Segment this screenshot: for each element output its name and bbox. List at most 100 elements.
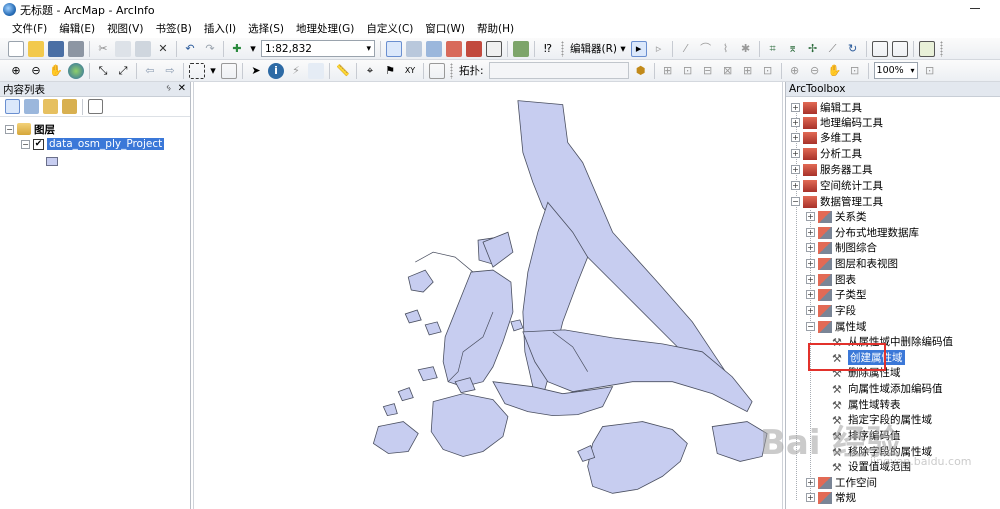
toolset-item[interactable]: + 图表: [806, 272, 856, 287]
polygon-symbol-swatch[interactable]: [46, 156, 58, 166]
topology-edit-icon[interactable]: ⬢: [633, 63, 649, 79]
menu-insert[interactable]: 插入(I): [198, 21, 242, 36]
minimize-button[interactable]: [970, 8, 980, 9]
fix-tool-icon[interactable]: ⊞: [740, 63, 756, 79]
split-icon[interactable]: ⟋: [825, 41, 841, 57]
edit-vertices-icon[interactable]: ⌗: [765, 41, 781, 57]
toolbar-grip[interactable]: [939, 40, 943, 57]
layout-pan-icon[interactable]: ✋: [827, 63, 843, 79]
expand-icon[interactable]: +: [791, 149, 800, 158]
tool-item[interactable]: ⚒ 向属性域添加编码值: [832, 381, 943, 396]
menu-bookmarks[interactable]: 书签(B): [149, 21, 197, 36]
select-elements-icon[interactable]: ➤: [248, 63, 264, 79]
hyperlink-icon[interactable]: ⚡: [288, 63, 304, 79]
html-popup-icon[interactable]: [308, 62, 324, 79]
tool-item[interactable]: ⚒ 排序编码值: [832, 428, 901, 443]
collapse-icon[interactable]: −: [791, 197, 800, 206]
collapse-icon[interactable]: −: [21, 139, 30, 149]
forward-extent-icon[interactable]: ⇨: [162, 63, 178, 79]
fixed-zoom-out-icon[interactable]: ⤢: [115, 63, 131, 79]
expand-icon[interactable]: +: [791, 103, 800, 112]
map-scale-combobox[interactable]: 1:82,832 ▾: [261, 40, 375, 57]
menu-selection[interactable]: 选择(S): [242, 21, 290, 36]
toolset-item[interactable]: + 字段: [806, 303, 856, 318]
identify-icon[interactable]: i: [268, 62, 284, 79]
layout-zoom-out-icon[interactable]: ⊖: [807, 63, 823, 79]
print-icon[interactable]: [68, 40, 84, 57]
pan-hand-icon[interactable]: ✋: [48, 63, 64, 79]
validate-icon[interactable]: ⊟: [700, 63, 716, 79]
topology-combobox[interactable]: [488, 62, 629, 79]
expand-icon[interactable]: +: [791, 118, 800, 127]
expand-icon[interactable]: +: [806, 493, 815, 502]
expand-icon[interactable]: +: [806, 306, 815, 315]
copy-icon[interactable]: [115, 40, 131, 57]
full-extent-icon[interactable]: [68, 62, 84, 79]
collapse-icon[interactable]: −: [5, 124, 14, 134]
save-icon[interactable]: [48, 40, 64, 57]
show-shared-features-icon[interactable]: ⊡: [680, 63, 696, 79]
toolbox-item[interactable]: + 服务器工具: [791, 162, 873, 177]
go-to-xy-icon[interactable]: XY: [402, 63, 418, 79]
model-builder-icon[interactable]: [513, 40, 529, 57]
menu-edit[interactable]: 编辑(E): [53, 21, 101, 36]
arctoolbox-icon[interactable]: [466, 40, 482, 57]
chevron-down-icon[interactable]: ▾: [249, 41, 257, 57]
endpoint-arc-icon[interactable]: ⌒: [698, 41, 714, 57]
measure-icon[interactable]: 📏: [335, 63, 351, 79]
close-icon[interactable]: ✕: [178, 83, 186, 94]
edit-tool-icon[interactable]: ▸: [630, 40, 647, 57]
toolset-item[interactable]: − 属性域: [806, 319, 867, 334]
rotate-icon[interactable]: ↻: [845, 41, 861, 57]
error-inspector-icon[interactable]: ⊠: [720, 63, 736, 79]
create-features-icon[interactable]: [918, 40, 935, 57]
toolbar-grip[interactable]: [450, 62, 453, 79]
cut-icon[interactable]: ✂: [95, 41, 111, 57]
editor-menu[interactable]: 编辑器(R) ▾: [570, 41, 626, 56]
paste-icon[interactable]: [135, 40, 151, 57]
expand-icon[interactable]: +: [791, 181, 800, 190]
expand-icon[interactable]: +: [806, 275, 815, 284]
toolset-item[interactable]: + 图层和表视图: [806, 256, 898, 271]
expand-icon[interactable]: +: [806, 259, 815, 268]
toolbox-item[interactable]: + 编辑工具: [791, 100, 862, 115]
open-folder-icon[interactable]: [28, 40, 44, 57]
python-window-icon[interactable]: [486, 40, 502, 57]
find-route-icon[interactable]: ⚑: [382, 63, 398, 79]
layer-symbol-row[interactable]: [46, 154, 58, 168]
toolset-item[interactable]: + 关系类: [806, 209, 867, 224]
list-by-drawing-order-icon[interactable]: [5, 99, 20, 114]
sketch-properties-icon[interactable]: [891, 40, 908, 57]
layers-group-row[interactable]: − 图层: [5, 122, 55, 136]
toggle-draft-icon[interactable]: ⊡: [922, 63, 938, 79]
expand-icon[interactable]: +: [806, 243, 815, 252]
list-by-visibility-icon[interactable]: [43, 99, 58, 114]
menu-file[interactable]: 文件(F): [6, 21, 53, 36]
toolset-item[interactable]: + 子类型: [806, 287, 867, 302]
select-features-icon[interactable]: [189, 62, 205, 79]
find-binoculars-icon[interactable]: ⌖: [362, 63, 378, 79]
layout-zoom-in-icon[interactable]: ⊕: [787, 63, 803, 79]
clear-selection-icon[interactable]: [221, 62, 237, 79]
expand-icon[interactable]: +: [791, 133, 800, 142]
toolbox-item[interactable]: + 多维工具: [791, 130, 862, 145]
topology-rule-icon[interactable]: ⊡: [760, 63, 776, 79]
toolset-item[interactable]: + 分布式地理数据库: [806, 225, 919, 240]
menu-customize[interactable]: 自定义(C): [360, 21, 419, 36]
trace-icon[interactable]: ⌇: [718, 41, 734, 57]
back-extent-icon[interactable]: ⇦: [142, 63, 158, 79]
toolset-item[interactable]: + 常规: [806, 490, 856, 505]
layout-full-extent-icon[interactable]: ⊡: [847, 63, 863, 79]
reshape-icon[interactable]: ⌆: [785, 41, 801, 57]
tool-item[interactable]: ⚒ 设置值域范围: [832, 459, 911, 474]
expand-icon[interactable]: +: [806, 212, 815, 221]
chevron-down-icon[interactable]: ▾: [366, 44, 371, 54]
straight-segment-icon[interactable]: ⁄: [678, 41, 694, 57]
toolbox-item[interactable]: + 分析工具: [791, 146, 862, 161]
search-window-icon[interactable]: [446, 40, 462, 57]
point-icon[interactable]: ✱: [738, 41, 754, 57]
expand-icon[interactable]: +: [806, 290, 815, 299]
table-of-contents-icon[interactable]: [406, 40, 422, 57]
expand-icon[interactable]: +: [791, 165, 800, 174]
chevron-down-icon[interactable]: ▾: [209, 63, 217, 79]
